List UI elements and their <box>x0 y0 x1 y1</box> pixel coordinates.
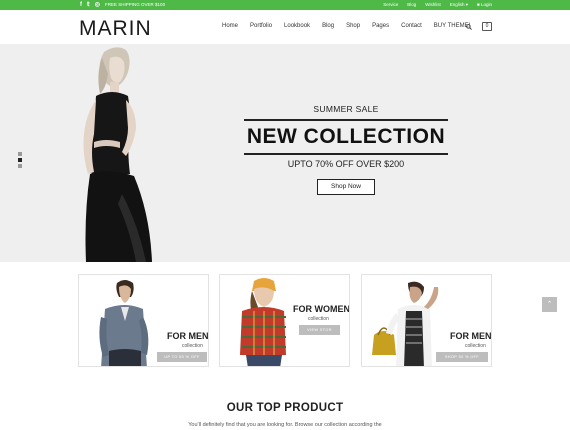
hero-eyebrow: SUMMER SALE <box>313 104 379 114</box>
site-logo[interactable]: MARIN <box>79 17 152 41</box>
nav-buy-theme[interactable]: BUY THEME! <box>434 23 470 29</box>
card-button[interactable]: UP TO 50 % OFF <box>157 352 207 362</box>
instagram-icon[interactable]: ◎ <box>95 0 100 10</box>
cart-count: 0 <box>485 23 489 29</box>
card-subtitle: collection <box>465 343 486 349</box>
slider-dot-active[interactable] <box>18 158 22 162</box>
service-link[interactable]: Service <box>383 0 398 10</box>
search-icon[interactable] <box>466 24 472 30</box>
men-model-image <box>99 280 149 366</box>
top-bar-links: Service Blog Wishlist English ▾ ■ Login <box>383 0 492 10</box>
hero-content: SUMMER SALE NEW COLLECTION UPTO 70% OFF … <box>244 104 448 195</box>
nav-portfolio[interactable]: Portfolio <box>250 23 272 29</box>
nav-contact[interactable]: Contact <box>401 23 422 29</box>
category-card-men[interactable]: FOR MEN collection UP TO 50 % OFF <box>78 274 209 367</box>
site-header: MARIN Home Portfolio Lookbook Blog Shop … <box>0 10 570 44</box>
nav-pages[interactable]: Pages <box>372 23 389 29</box>
women-model-image <box>240 278 286 366</box>
hero-divider-top <box>244 119 448 121</box>
language-select[interactable]: English ▾ <box>450 0 468 10</box>
hero-headline: NEW COLLECTION <box>246 125 446 148</box>
wishlist-link[interactable]: Wishlist <box>425 0 441 10</box>
card-button[interactable]: VIEW STOR <box>299 325 340 335</box>
card-title: FOR MEN <box>167 331 209 341</box>
facebook-icon[interactable]: f <box>80 0 82 10</box>
slider-pagination <box>18 152 22 168</box>
shipping-notice: FREE SHIPPING OVER $100 <box>105 2 166 7</box>
top-bar-left: f 𝕥 ◎ FREE SHIPPING OVER $100 <box>80 0 165 10</box>
nav-home[interactable]: Home <box>222 23 238 29</box>
nav-lookbook[interactable]: Lookbook <box>284 23 310 29</box>
login-link[interactable]: ■ Login <box>477 0 492 10</box>
blog-link[interactable]: Blog <box>407 0 416 10</box>
twitter-icon[interactable]: 𝕥 <box>87 0 90 10</box>
hero-banner: SUMMER SALE NEW COLLECTION UPTO 70% OFF … <box>0 44 570 262</box>
card-button[interactable]: SHOP 50 % OFF <box>436 352 488 362</box>
slider-dot[interactable] <box>18 164 22 168</box>
nav-blog[interactable]: Blog <box>322 23 334 29</box>
main-nav: Home Portfolio Lookbook Blog Shop Pages … <box>222 23 470 29</box>
slider-dot[interactable] <box>18 152 22 156</box>
nav-shop[interactable]: Shop <box>346 23 360 29</box>
section-title: OUR TOP PRODUCT <box>226 402 344 414</box>
men-model-image-2 <box>372 281 439 366</box>
hero-divider-bottom <box>244 153 448 155</box>
card-subtitle: collection <box>308 316 329 322</box>
card-subtitle: collection <box>182 343 203 349</box>
section-description: You'll definitely find that you are look… <box>188 422 382 428</box>
category-card-men-2[interactable]: FOR MEN collection SHOP 50 % OFF <box>361 274 492 367</box>
category-card-women[interactable]: FOR WOMEN collection VIEW STOR <box>219 274 350 367</box>
shop-now-button[interactable]: Shop Now <box>317 179 375 195</box>
card-title: FOR MEN <box>450 331 492 341</box>
card-title: FOR WOMEN <box>293 304 350 314</box>
scroll-to-top-button[interactable]: ⌃ <box>542 297 557 312</box>
hero-model-image <box>83 47 152 262</box>
hero-offer: UPTO 70% OFF OVER $200 <box>287 159 405 169</box>
cart-icon[interactable]: 0 <box>482 22 492 31</box>
top-bar: f 𝕥 ◎ FREE SHIPPING OVER $100 Service Bl… <box>0 0 570 10</box>
login-label: Login <box>480 2 492 7</box>
